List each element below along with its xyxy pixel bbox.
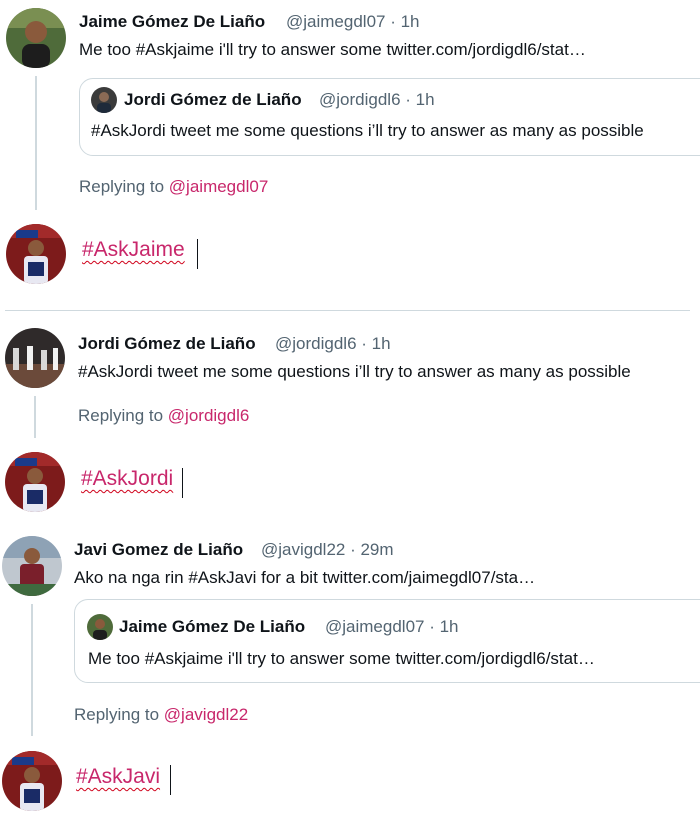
replying-to: Replying to @jordigdl6 xyxy=(78,406,249,426)
tweet-author-meta[interactable]: @javigdl22 · 29m xyxy=(261,540,394,560)
reply-compose-text[interactable]: #AskJavi xyxy=(76,765,160,788)
tweet-author-meta[interactable]: @jordigdl6 · 1h xyxy=(275,334,391,354)
my-avatar[interactable] xyxy=(2,751,62,811)
replying-to: Replying to @javigdl22 xyxy=(74,705,248,725)
thread-connector-line xyxy=(31,604,33,736)
quoted-tweet[interactable]: Jordi Gómez de Liaño @jordigdl6 · 1h #As… xyxy=(79,78,700,156)
replying-to-handle[interactable]: @jaimegdl07 xyxy=(169,177,268,196)
tweet-author-name[interactable]: Javi Gomez de Liaño xyxy=(74,540,243,560)
author-avatar-jaime[interactable] xyxy=(6,8,66,68)
quoted-author-name: Jaime Gómez De Liaño xyxy=(119,617,306,636)
thread-connector-line xyxy=(35,76,37,210)
quoted-author-avatar xyxy=(87,614,113,640)
author-avatar-jordi[interactable] xyxy=(5,328,65,388)
my-avatar[interactable] xyxy=(6,224,66,284)
quoted-text: #AskJordi tweet me some questions i’ll t… xyxy=(91,121,644,140)
tweet-author-name[interactable]: Jaime Gómez De Liaño xyxy=(79,12,265,32)
quoted-text: Me too #Askjaime i'll try to answer some… xyxy=(88,649,595,668)
quoted-author-name: Jordi Gómez de Liaño xyxy=(124,90,302,109)
tweet-text: Me too #Askjaime i'll try to answer some… xyxy=(79,40,586,59)
tweet-text: #AskJordi tweet me some questions i’ll t… xyxy=(78,362,631,381)
replying-to-label: Replying to xyxy=(79,177,165,196)
reply-compose-box[interactable]: #AskJordi xyxy=(81,467,173,501)
reply-compose-box[interactable]: #AskJaime xyxy=(82,238,185,272)
replying-to-handle[interactable]: @javigdl22 xyxy=(164,705,248,724)
quoted-author-avatar xyxy=(91,87,117,113)
section-divider xyxy=(5,310,690,311)
reply-compose-box[interactable]: #AskJavi xyxy=(76,765,160,799)
replying-to-label: Replying to xyxy=(78,406,164,425)
reply-compose-text[interactable]: #AskJaime xyxy=(82,238,185,261)
text-cursor xyxy=(182,468,183,498)
author-avatar-javi[interactable] xyxy=(2,536,62,596)
quoted-author-meta: @jaimegdl07 · 1h xyxy=(325,617,459,636)
quoted-author-meta: @jordigdl6 · 1h xyxy=(319,90,435,109)
reply-compose-text[interactable]: #AskJordi xyxy=(81,467,173,490)
thread-connector-line xyxy=(34,396,36,438)
replying-to-label: Replying to xyxy=(74,705,160,724)
quoted-tweet[interactable]: Jaime Gómez De Liaño @jaimegdl07 · 1h Me… xyxy=(74,599,700,683)
replying-to: Replying to @jaimegdl07 xyxy=(79,177,268,197)
my-avatar[interactable] xyxy=(5,452,65,512)
replying-to-handle[interactable]: @jordigdl6 xyxy=(168,406,250,425)
text-cursor xyxy=(170,765,171,795)
text-cursor xyxy=(197,239,198,269)
tweet-author-meta[interactable]: @jaimegdl07 · 1h xyxy=(286,12,420,32)
tweet-text: Ako na nga rin #AskJavi for a bit twitte… xyxy=(74,568,536,587)
tweet-author-name[interactable]: Jordi Gómez de Liaño xyxy=(78,334,256,354)
